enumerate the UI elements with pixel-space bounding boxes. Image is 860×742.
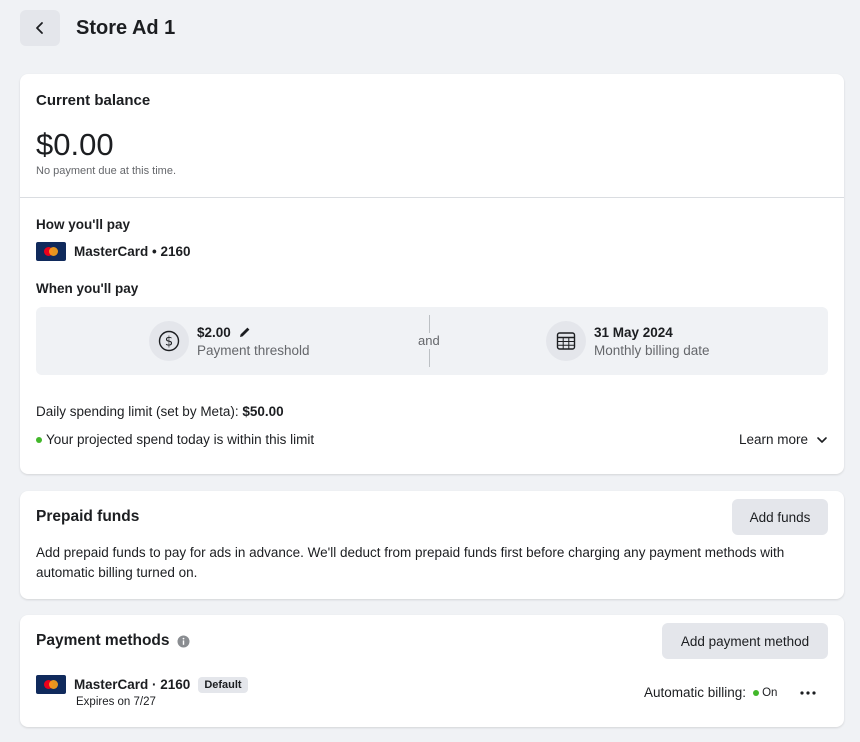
automatic-billing-status: Automatic billing: On xyxy=(644,685,777,700)
and-label: and xyxy=(418,333,440,348)
learn-more-label: Learn more xyxy=(738,432,808,447)
daily-limit-text: Daily spending limit (set by Meta): xyxy=(36,404,243,419)
payment-methods-header: Payment methods xyxy=(36,632,190,650)
prepaid-title: Prepaid funds xyxy=(36,508,140,525)
payment-threshold: $ $2.00 Payment threshold xyxy=(149,321,310,361)
mastercard-icon xyxy=(36,242,66,261)
billing-date: 31 May 2024 Monthly billing date xyxy=(546,321,710,361)
card-expiry: Expires on 7/27 xyxy=(76,696,156,708)
how-pay-card: MasterCard • 2160 xyxy=(36,242,191,261)
mastercard-icon xyxy=(36,675,66,694)
divider-bottom xyxy=(429,349,430,367)
prepaid-card: Prepaid funds Add funds Add prepaid fund… xyxy=(20,491,844,599)
default-badge: Default xyxy=(198,676,248,693)
status-dot-icon xyxy=(753,689,760,696)
how-pay-card-label: MasterCard • 2160 xyxy=(74,244,191,259)
svg-text:$: $ xyxy=(165,335,173,350)
more-options-button[interactable] xyxy=(794,681,822,705)
back-button[interactable] xyxy=(20,10,60,46)
payment-method-label: MasterCard · 2160 xyxy=(74,677,191,692)
payment-method-row: MasterCard · 2160 Default xyxy=(36,675,248,694)
add-funds-button[interactable]: Add funds xyxy=(732,499,828,535)
page-header: Store Ad 1 xyxy=(20,10,175,46)
threshold-label: Payment threshold xyxy=(197,342,310,358)
add-payment-method-button[interactable]: Add payment method xyxy=(662,623,828,659)
dollar-circle-icon: $ xyxy=(149,321,189,361)
daily-limit: Daily spending limit (set by Meta): $50.… xyxy=(36,404,284,419)
balance-amount: $0.00 xyxy=(36,127,114,162)
when-pay-title: When you'll pay xyxy=(36,281,139,296)
divider-top xyxy=(429,315,430,333)
automatic-billing-state: On xyxy=(762,686,778,699)
when-pay-box: $ $2.00 Payment threshold and 31 May 202… xyxy=(36,307,828,375)
chevron-down-icon xyxy=(817,436,827,443)
how-pay-section: How you'll pay MasterCard • 2160 xyxy=(36,217,191,261)
automatic-billing-label: Automatic billing: xyxy=(644,685,747,700)
how-pay-title: How you'll pay xyxy=(36,217,130,232)
threshold-value: $2.00 xyxy=(197,324,231,340)
learn-more-button[interactable]: Learn more xyxy=(739,432,828,447)
info-icon[interactable] xyxy=(177,635,190,648)
projected-spend: Your projected spend today is within thi… xyxy=(36,432,314,447)
billing-date-label: Monthly billing date xyxy=(594,342,710,358)
balance-card: Current balance $0.00 No payment due at … xyxy=(20,74,844,474)
balance-title: Current balance xyxy=(36,92,151,109)
balance-note: No payment due at this time. xyxy=(36,165,177,177)
calendar-icon xyxy=(546,321,586,361)
status-dot-icon xyxy=(36,436,42,443)
more-horizontal-icon xyxy=(800,691,816,695)
pencil-icon xyxy=(239,327,250,337)
prepaid-description: Add prepaid funds to pay for ads in adva… xyxy=(36,545,785,580)
chevron-left-icon xyxy=(36,22,43,34)
edit-threshold-button[interactable] xyxy=(239,326,251,338)
payment-methods-title: Payment methods xyxy=(36,632,170,649)
payment-methods-card: Payment methods Add payment method Maste… xyxy=(20,615,844,727)
projected-spend-text: Your projected spend today is within thi… xyxy=(46,432,315,447)
daily-limit-value: $50.00 xyxy=(242,404,284,419)
balance-section: Current balance $0.00 No payment due at … xyxy=(20,74,844,198)
billing-date-value: 31 May 2024 xyxy=(594,324,673,340)
page-title: Store Ad 1 xyxy=(76,16,176,39)
